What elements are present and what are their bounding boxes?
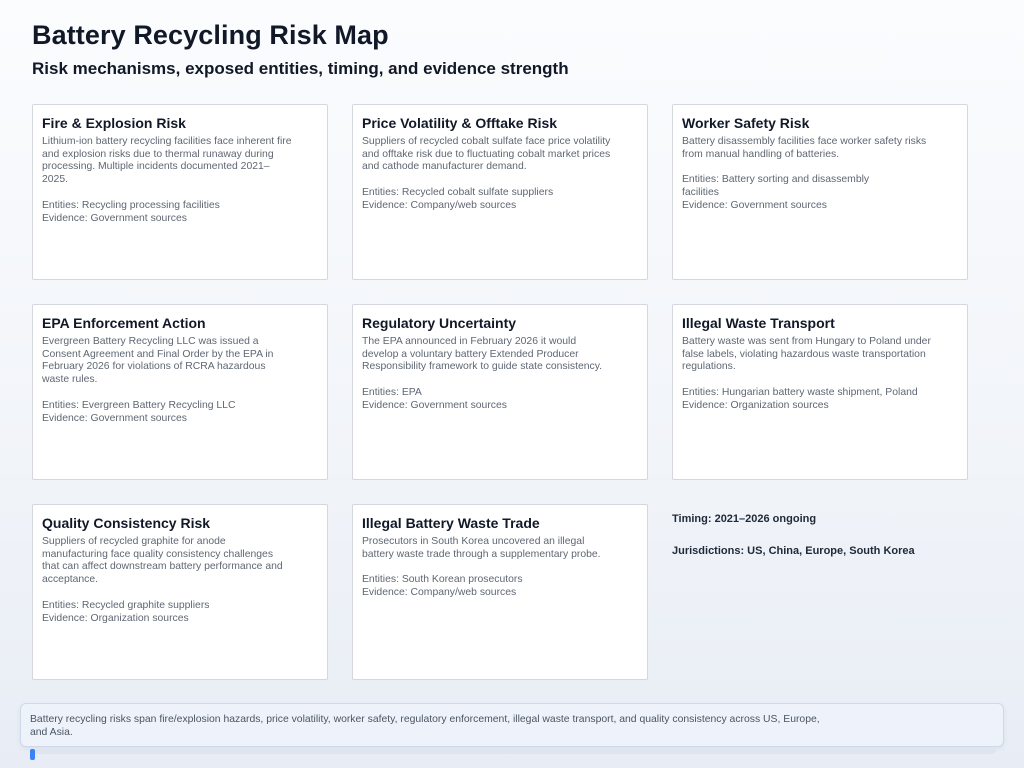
card-description: Lithium-ion battery recycling facilities… bbox=[42, 136, 292, 186]
card-evidence: Evidence: Organization sources bbox=[42, 612, 189, 624]
page-title: Battery Recycling Risk Map bbox=[32, 20, 389, 50]
horizontal-scrollbar[interactable] bbox=[30, 749, 996, 760]
card-evidence: Evidence: Government sources bbox=[362, 399, 507, 411]
card-evidence: Evidence: Organization sources bbox=[682, 399, 829, 411]
card-entities: Entities: EPA bbox=[362, 387, 422, 399]
card-title: Illegal Battery Waste Trade bbox=[362, 515, 540, 531]
card-evidence: Evidence: Company/web sources bbox=[362, 199, 517, 211]
card-evidence: Evidence: Government sources bbox=[42, 412, 187, 424]
card-title: Worker Safety Risk bbox=[682, 115, 810, 131]
card-description: Battery disassembly facilities face work… bbox=[682, 136, 927, 160]
summary-text: Battery recycling risks span fire/explos… bbox=[30, 714, 820, 738]
summary-box: Battery recycling risks span fire/explos… bbox=[20, 703, 1004, 747]
risk-card-regulatory-uncertainty: Regulatory Uncertainty The EPA announced… bbox=[352, 304, 648, 480]
card-title: Illegal Waste Transport bbox=[682, 315, 835, 331]
card-entities: Entities: Recycling processing facilitie… bbox=[42, 199, 220, 211]
card-evidence: Evidence: Company/web sources bbox=[362, 587, 517, 599]
card-description: Suppliers of recycled cobalt sulfate fac… bbox=[362, 136, 611, 173]
card-description: The EPA announced in February 2026 it wo… bbox=[362, 336, 603, 373]
card-entities: Entities: Battery sorting and disassembl… bbox=[682, 174, 870, 199]
card-description: Battery waste was sent from Hungary to P… bbox=[682, 336, 931, 373]
risk-card-worker-safety: Worker Safety Risk Battery disassembly f… bbox=[672, 104, 968, 280]
risk-card-epa-enforcement: EPA Enforcement Action Evergreen Battery… bbox=[32, 304, 328, 480]
risk-card-illegal-waste-transport: Illegal Waste Transport Battery waste wa… bbox=[672, 304, 968, 480]
card-evidence: Evidence: Government sources bbox=[42, 212, 187, 224]
card-entities: Entities: Evergreen Battery Recycling LL… bbox=[42, 399, 236, 411]
jurisdictions-note: Jurisdictions: US, China, Europe, South … bbox=[672, 545, 915, 557]
risk-card-quality-consistency: Quality Consistency Risk Suppliers of re… bbox=[32, 504, 328, 680]
card-title: Quality Consistency Risk bbox=[42, 515, 211, 531]
risk-card-fire-explosion: Fire & Explosion Risk Lithium-ion batter… bbox=[32, 104, 328, 280]
page-subtitle: Risk mechanisms, exposed entities, timin… bbox=[32, 59, 569, 78]
card-entities: Entities: Recycled cobalt sulfate suppli… bbox=[362, 187, 554, 199]
card-description: Evergreen Battery Recycling LLC was issu… bbox=[42, 336, 274, 386]
card-title: Price Volatility & Offtake Risk bbox=[362, 115, 558, 131]
scrollbar-thumb[interactable] bbox=[30, 749, 35, 760]
card-entities: Entities: Recycled graphite suppliers bbox=[42, 599, 210, 611]
card-evidence: Evidence: Government sources bbox=[682, 199, 827, 211]
card-title: EPA Enforcement Action bbox=[42, 315, 206, 331]
card-description: Prosecutors in South Korea uncovered an … bbox=[362, 536, 601, 560]
card-description: Suppliers of recycled graphite for anode… bbox=[42, 536, 283, 586]
card-title: Regulatory Uncertainty bbox=[362, 315, 517, 331]
card-entities: Entities: Hungarian battery waste shipme… bbox=[682, 387, 918, 399]
card-title: Fire & Explosion Risk bbox=[42, 115, 186, 131]
timing-note: Timing: 2021–2026 ongoing bbox=[672, 513, 817, 525]
risk-card-price-volatility: Price Volatility & Offtake Risk Supplier… bbox=[352, 104, 648, 280]
card-entities: Entities: South Korean prosecutors bbox=[362, 574, 523, 586]
risk-card-illegal-battery-waste-trade: Illegal Battery Waste Trade Prosecutors … bbox=[352, 504, 648, 680]
